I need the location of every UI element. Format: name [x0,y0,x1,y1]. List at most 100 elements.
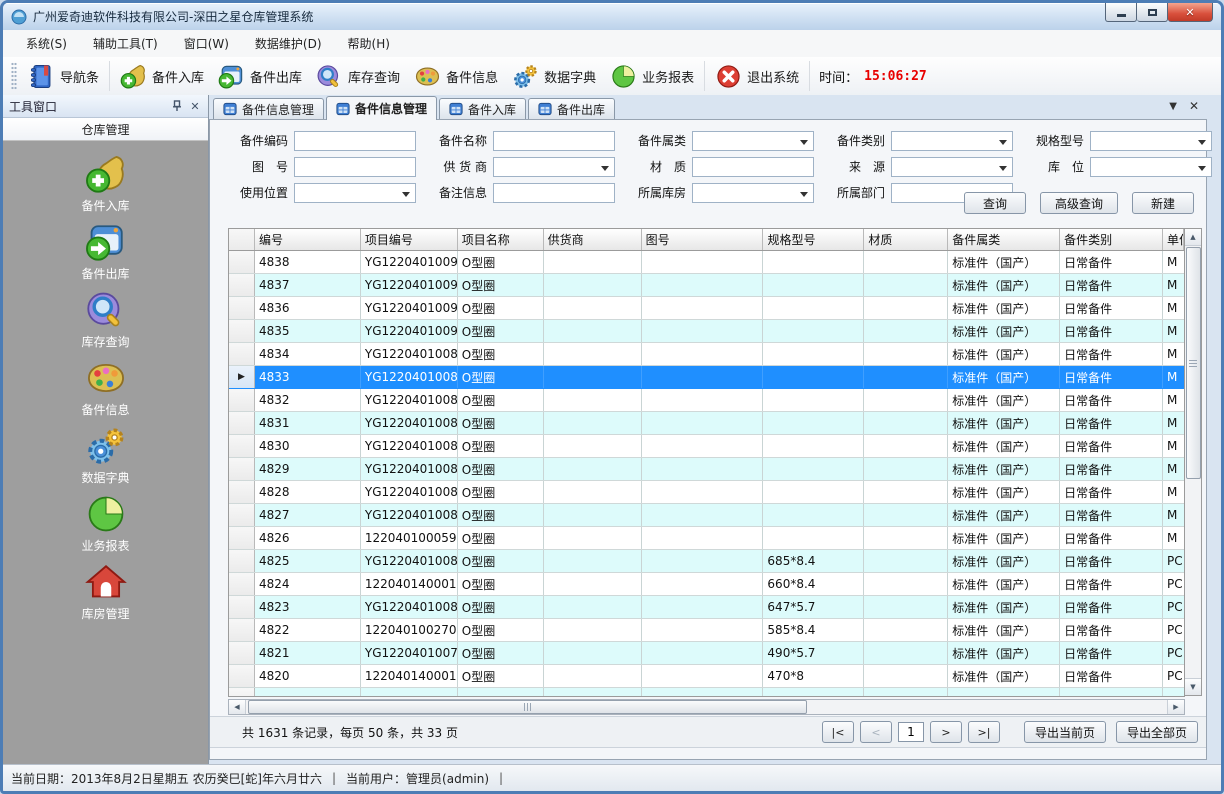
cell-supplier[interactable] [544,389,642,411]
cell-unit[interactable]: M [1163,297,1184,319]
close-tab-icon[interactable]: ✕ [1189,99,1199,113]
cell-supplier[interactable] [544,481,642,503]
cell-category[interactable]: 日常备件 [1060,251,1163,273]
toolbar-spare-outbound-button[interactable]: 备件出库 [211,60,309,93]
cell-class[interactable]: 标准件（国产） [948,366,1060,388]
pin-icon[interactable] [170,99,184,113]
cell-project-name[interactable]: O型圈 [458,665,544,687]
toolbar-business-report-button[interactable]: 业务报表 [603,60,701,93]
col-header-supplier[interactable]: 供货商 [544,229,642,250]
cell-spec[interactable] [763,458,864,480]
table-row[interactable]: ▶ 4820 1220401400013 O型圈 470*8 标准件（国产 [229,665,1184,688]
cell-id[interactable]: 4831 [255,412,361,434]
spare-category-select[interactable] [891,131,1013,151]
cell-id[interactable]: 4834 [255,343,361,365]
cell-unit[interactable]: M [1163,504,1184,526]
cell-project-name[interactable]: O型圈 [458,573,544,595]
cell-category[interactable]: 日常备件 [1060,412,1163,434]
cell-material[interactable] [864,596,948,618]
cell-category[interactable]: 日常备件 [1060,596,1163,618]
cell-category[interactable]: 日常备件 [1060,504,1163,526]
cell-material[interactable] [864,274,948,296]
cell-project-code[interactable]: YG12204010086 [361,412,458,434]
cell-unit[interactable]: M [1163,435,1184,457]
drawing-no-input[interactable] [294,157,416,177]
cell-spec[interactable] [763,297,864,319]
cell-unit[interactable]: PC [1163,642,1184,664]
cell-spec[interactable]: 470*8 [763,665,864,687]
menu-item[interactable]: 窗口(W) [171,30,242,57]
sidebar-item-spare-outbound[interactable]: 备件出库 [3,221,208,289]
table-row[interactable]: ▶ 4829 YG12204010084 O型圈 标准件（国产） [229,458,1184,481]
row-selector[interactable]: ▶ [229,343,255,365]
page-number-input[interactable] [898,722,924,742]
cell-unit[interactable]: M [1163,389,1184,411]
cell-spec[interactable] [763,389,864,411]
cell-id[interactable]: 4833 [255,366,361,388]
cell-material[interactable] [864,642,948,664]
cell-id[interactable]: 4838 [255,251,361,273]
table-row[interactable]: ▶ 4834 YG12204010089 O型圈 标准件（国产） [229,343,1184,366]
cell-spec[interactable]: 647*5.7 [763,596,864,618]
cell-material[interactable] [864,320,948,342]
cell-material[interactable] [864,481,948,503]
menu-item[interactable]: 辅助工具(T) [80,30,171,57]
table-row[interactable]: ▶ 4835 YG12204010090 O型圈 标准件（国产） [229,320,1184,343]
warehouse-group-header[interactable]: 仓库管理 [3,118,208,141]
cell-project-name[interactable]: O型圈 [458,251,544,273]
cell-material[interactable] [864,665,948,687]
row-selector[interactable]: ▶ [229,435,255,457]
document-tab[interactable]: 备件出库 [528,98,615,119]
row-selector[interactable]: ▶ [229,320,255,342]
cell-id[interactable]: 4827 [255,504,361,526]
minimize-button[interactable] [1105,3,1137,22]
cell-supplier[interactable] [544,665,642,687]
export-all-pages-button[interactable]: 导出全部页 [1116,721,1198,743]
cell-drawing-no[interactable] [642,688,764,696]
document-tab[interactable]: 备件入库 [439,98,526,119]
cell-category[interactable]: 日常备件 [1060,320,1163,342]
cell-class[interactable]: 标准件（国产） [948,481,1060,503]
cell-category[interactable]: 日常备件 [1060,619,1163,641]
cell-category[interactable]: 日常备件 [1060,389,1163,411]
warehouse-select[interactable] [692,183,814,203]
cell-drawing-no[interactable] [642,389,764,411]
cell-project-name[interactable]: O型圈 [458,619,544,641]
cell-material[interactable] [864,251,948,273]
cell-spec[interactable] [763,274,864,296]
cell-material[interactable] [864,435,948,457]
cell-id[interactable]: 4828 [255,481,361,503]
advanced-query-button[interactable]: 高级查询 [1040,192,1118,214]
cell-project-name[interactable]: O型圈 [458,481,544,503]
cell-id[interactable]: 4830 [255,435,361,457]
cell-unit[interactable]: PC [1163,665,1184,687]
cell-spec[interactable] [763,251,864,273]
cell-class[interactable]: 标准件（国产） [948,251,1060,273]
cell-drawing-no[interactable] [642,320,764,342]
scroll-left-icon[interactable]: ◀ [229,700,246,714]
cell-spec[interactable] [763,412,864,434]
cell-supplier[interactable] [544,504,642,526]
row-selector[interactable]: ▶ [229,481,255,503]
query-button[interactable]: 查询 [964,192,1026,214]
cell-project-name[interactable]: O型圈 [458,366,544,388]
col-header-spec[interactable]: 规格型号 [763,229,864,250]
toolbar-spare-inbound-button[interactable]: 备件入库 [113,60,211,93]
cell-unit[interactable]: M [1163,481,1184,503]
row-selector[interactable]: ▶ [229,527,255,549]
cell-class[interactable] [948,688,1060,696]
cell-id[interactable]: 4826 [255,527,361,549]
sidebar-item-spare-info[interactable]: 备件信息 [3,357,208,425]
cell-category[interactable]: 日常备件 [1060,343,1163,365]
cell-spec[interactable]: 660*8.4 [763,573,864,595]
cell-category[interactable]: 日常备件 [1060,458,1163,480]
table-row[interactable]: ▶ 4831 YG12204010086 O型圈 标准件（国产） [229,412,1184,435]
toolbar-spare-info-button[interactable]: 备件信息 [407,60,505,93]
cell-project-code[interactable]: YG12204010092 [361,274,458,296]
cell-class[interactable]: 标准件（国产） [948,458,1060,480]
table-row[interactable]: ▶ 4824 1220401400012 O型圈 660*8.4 标准件（ [229,573,1184,596]
cell-supplier[interactable] [544,688,642,696]
cell-id[interactable]: 4823 [255,596,361,618]
cell-project-code[interactable] [361,688,458,696]
next-page-button[interactable]: > [930,721,962,743]
